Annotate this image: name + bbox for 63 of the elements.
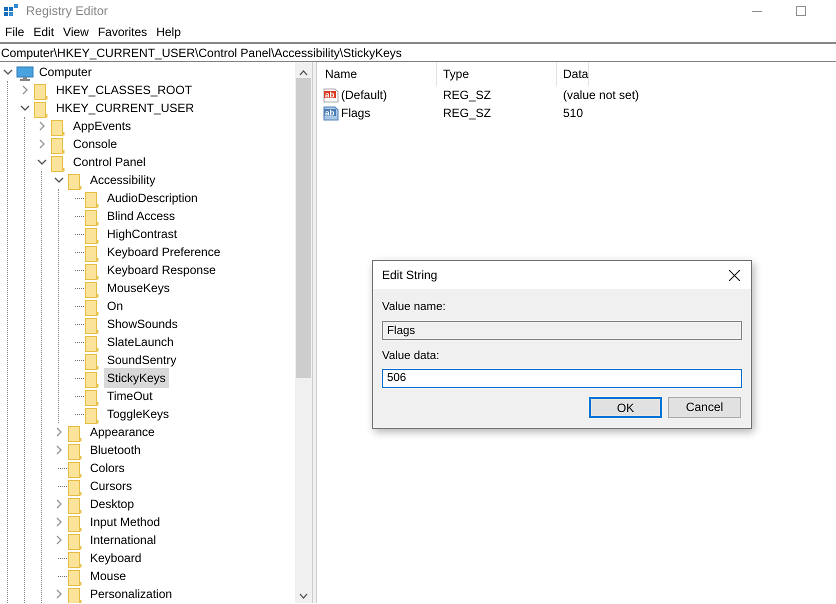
tree-item[interactable]: HKEY_CURRENT_USER — [53, 98, 198, 118]
tree-item[interactable]: ToggleKeys — [104, 404, 172, 424]
tree-item[interactable]: SlateLaunch — [104, 332, 177, 352]
tree-item[interactable]: Cursors — [87, 476, 136, 496]
string-value-icon: ab — [323, 106, 339, 120]
scroll-down-icon[interactable] — [299, 593, 308, 599]
address-bar[interactable]: Computer\HKEY_CURRENT_USER\Control Panel\Accessibility\StickyKeys — [0, 42, 836, 62]
tree-item[interactable]: Bluetooth — [87, 440, 144, 460]
tree-item[interactable]: TimeOut — [104, 386, 156, 406]
tree-item[interactable]: Appearance — [87, 422, 158, 442]
tree-item[interactable]: Control Panel — [70, 152, 149, 172]
tree-item[interactable]: Colors — [87, 458, 128, 478]
value-data: (value not set) — [562, 87, 640, 104]
value-name[interactable]: (Default) — [341, 86, 388, 104]
tree-item[interactable]: MouseKeys — [104, 278, 173, 298]
column-header[interactable]: Type — [437, 62, 557, 86]
maximize-icon[interactable] — [796, 6, 806, 16]
column-header[interactable]: Data — [557, 62, 590, 86]
value-type: REG_SZ — [442, 105, 492, 122]
tree-item[interactable]: Keyboard Response — [104, 260, 219, 280]
string-value-icon: ab — [323, 88, 339, 102]
value-data: 510 — [562, 105, 584, 122]
tree-item[interactable]: Desktop — [87, 494, 138, 514]
tree-item[interactable]: AudioDescription — [104, 188, 201, 208]
window-title: Registry Editor — [26, 2, 108, 20]
tree-item[interactable]: HKEY_CLASSES_ROOT — [53, 80, 196, 100]
tree-item[interactable]: Accessibility — [87, 170, 158, 190]
computer-icon — [16, 66, 34, 82]
scrollbar[interactable] — [295, 62, 312, 603]
tree-item[interactable]: Computer — [36, 62, 95, 82]
minimize-icon[interactable] — [752, 10, 762, 12]
tree-item[interactable]: Keyboard — [87, 548, 144, 568]
menu-item[interactable]: Help — [153, 23, 187, 41]
value-data-label: Value data: — [382, 349, 440, 364]
dialog-button[interactable]: Cancel — [668, 396, 741, 418]
column-header[interactable]: Name — [317, 62, 437, 86]
tree-item[interactable]: Personalization — [87, 584, 176, 603]
value-name-label: Value name: — [382, 300, 447, 315]
tree-item[interactable]: AppEvents — [70, 116, 134, 136]
tree-item[interactable]: Input Method — [87, 512, 164, 532]
tree-item[interactable]: International — [87, 530, 160, 550]
tree-item[interactable]: StickyKeys — [104, 368, 169, 388]
menu-item[interactable]: View — [60, 23, 95, 41]
value-name-field[interactable]: Flags — [382, 321, 742, 340]
app-icon — [4, 4, 18, 18]
tree-item[interactable]: Console — [70, 134, 120, 154]
menu-item[interactable]: File — [2, 23, 30, 41]
tree-item[interactable]: Blind Access — [104, 206, 178, 226]
tree-item[interactable]: Mouse — [87, 566, 130, 586]
tree-item[interactable]: Keyboard Preference — [104, 242, 224, 262]
close-icon[interactable] — [728, 270, 740, 280]
menu-item[interactable]: Edit — [30, 23, 60, 41]
scroll-up-icon[interactable] — [299, 70, 308, 76]
dialog-button[interactable]: OK — [589, 396, 662, 418]
menu-item[interactable]: Favorites — [94, 23, 154, 41]
tree-item[interactable]: HighContrast — [104, 224, 180, 244]
tree-item[interactable]: On — [104, 296, 126, 316]
value-data-field[interactable]: 506 — [382, 368, 742, 388]
value-type: REG_SZ — [442, 87, 492, 104]
tree-item[interactable]: ShowSounds — [104, 314, 181, 334]
value-name[interactable]: Flags — [341, 104, 370, 122]
tree-item[interactable]: SoundSentry — [104, 350, 180, 370]
dialog-title: Edit String — [382, 267, 438, 284]
